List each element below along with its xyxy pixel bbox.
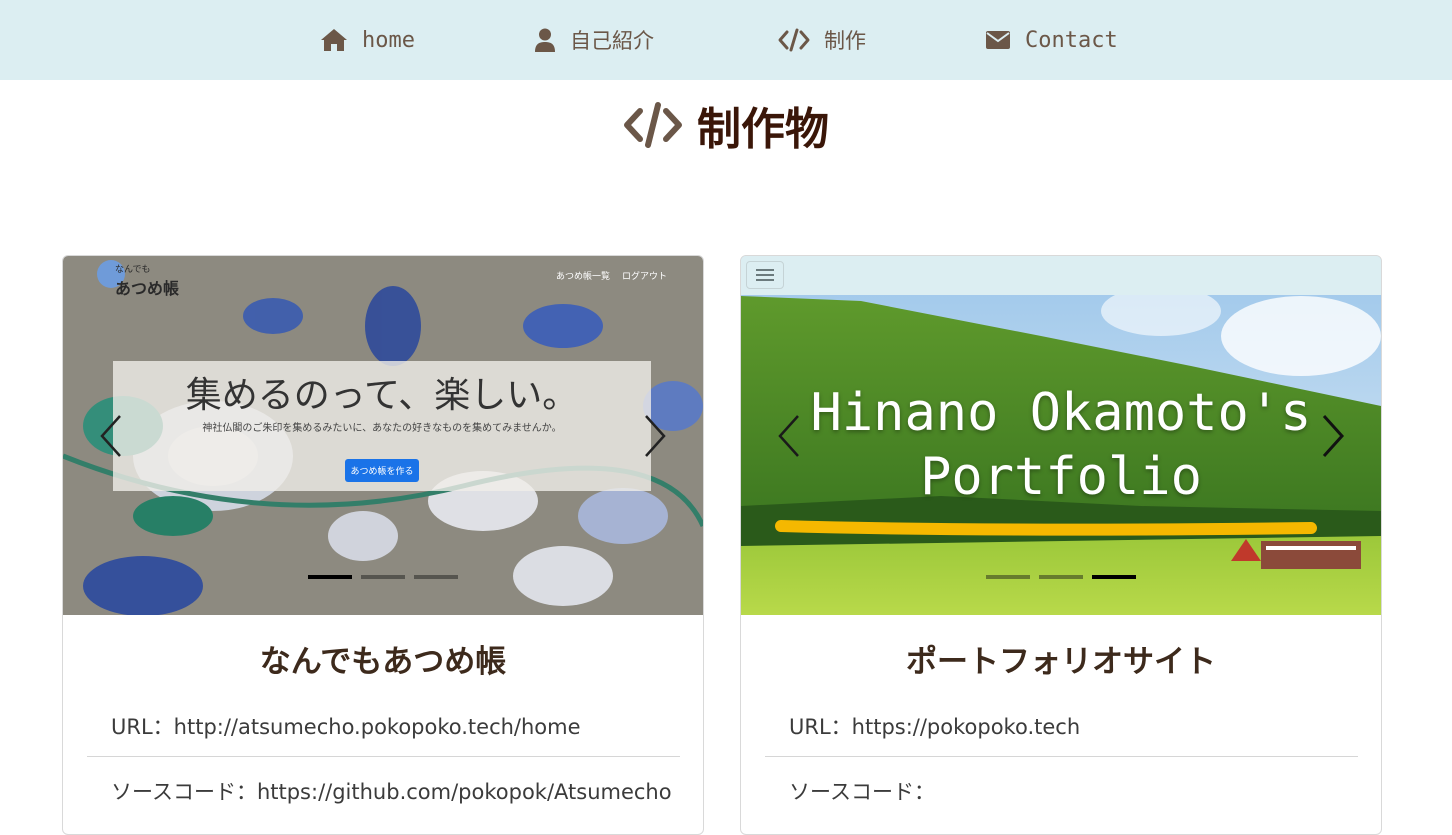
navbar: home 自己紹介 制作 Contact	[0, 0, 1452, 80]
carousel-indicators	[741, 575, 1381, 579]
embedded-logo-big: あつめ帳	[115, 279, 180, 298]
home-icon	[321, 29, 347, 51]
envelope-icon	[986, 31, 1010, 49]
code-icon	[778, 28, 810, 52]
hamburger-icon	[756, 269, 774, 281]
carousel-indicator[interactable]	[986, 575, 1030, 579]
work-card-atsumecho: なんでも あつめ帳 あつめ帳一覧 ログアウト 集めるのって、楽しい。 神社仏閣の…	[62, 255, 704, 835]
nav-label: Contact	[1025, 27, 1118, 53]
carousel-prev-button[interactable]	[91, 411, 131, 461]
carousel-indicators	[63, 575, 703, 579]
embedded-nav-link: あつめ帳一覧	[555, 272, 610, 282]
card-source[interactable]: ソースコード：	[765, 776, 1358, 806]
carousel-prev-button[interactable]	[769, 411, 809, 461]
carousel: なんでも あつめ帳 あつめ帳一覧 ログアウト 集めるのって、楽しい。 神社仏閣の…	[63, 256, 703, 615]
card-url[interactable]: URL：https://pokopoko.tech	[765, 711, 1358, 757]
chevron-left-icon	[100, 415, 121, 457]
work-card-portfolio: Hinano Okamoto's Portfolio ポートフォリオサイト UR…	[740, 255, 1382, 835]
embedded-create-button: あつめ帳を作る	[345, 459, 419, 482]
code-icon	[624, 102, 682, 148]
embedded-nav: あつめ帳一覧 ログアウト	[556, 269, 667, 282]
page-title: 制作物	[0, 95, 1452, 155]
page-title-text: 制作物	[697, 104, 829, 155]
nav-label: 自己紹介	[570, 29, 654, 53]
embedded-headline: 集めるのって、楽しい。	[185, 375, 579, 416]
embedded-headline: Hinano Okamoto's Portfolio	[741, 381, 1381, 509]
card-title: なんでもあつめ帳	[259, 644, 507, 680]
nav-label: 制作	[824, 29, 866, 53]
embedded-nav-link: ログアウト	[621, 272, 667, 282]
carousel-next-button[interactable]	[1313, 411, 1353, 461]
nav-item-home[interactable]: home	[320, 0, 415, 80]
carousel-indicator[interactable]	[308, 575, 352, 579]
user-icon	[535, 28, 555, 52]
embedded-logo-small: なんでも	[115, 265, 151, 275]
carousel-next-button[interactable]	[635, 411, 675, 461]
embedded-headline-line: Portfolio	[920, 447, 1202, 507]
chevron-right-icon	[645, 415, 666, 457]
embedded-logo: なんでも あつめ帳	[115, 262, 179, 299]
carousel: Hinano Okamoto's Portfolio	[741, 256, 1381, 615]
nav-item-works[interactable]: 制作	[778, 0, 866, 80]
embedded-subtext: 神社仏閣のご朱印を集めるみたいに、あなたの好きなものを集めてみませんか。	[202, 423, 562, 434]
nav-label: home	[362, 27, 415, 53]
card-source[interactable]: ソースコード：https://github.com/pokopok/Atsume…	[87, 776, 680, 806]
chevron-left-icon	[778, 415, 799, 457]
menu-toggle[interactable]	[746, 261, 784, 289]
carousel-indicator[interactable]	[1092, 575, 1136, 579]
chevron-right-icon	[1322, 414, 1345, 458]
card-title: ポートフォリオサイト	[906, 644, 1216, 680]
embedded-headline-line: Hinano Okamoto's	[810, 383, 1312, 443]
card-url[interactable]: URL：http://atsumecho.pokopoko.tech/home	[87, 711, 680, 757]
nav-item-about[interactable]: 自己紹介	[534, 0, 654, 80]
carousel-indicator[interactable]	[361, 575, 405, 579]
nav-item-contact[interactable]: Contact	[985, 0, 1118, 80]
carousel-indicator[interactable]	[1039, 575, 1083, 579]
carousel-indicator[interactable]	[414, 575, 458, 579]
embedded-topbar	[741, 256, 1381, 295]
